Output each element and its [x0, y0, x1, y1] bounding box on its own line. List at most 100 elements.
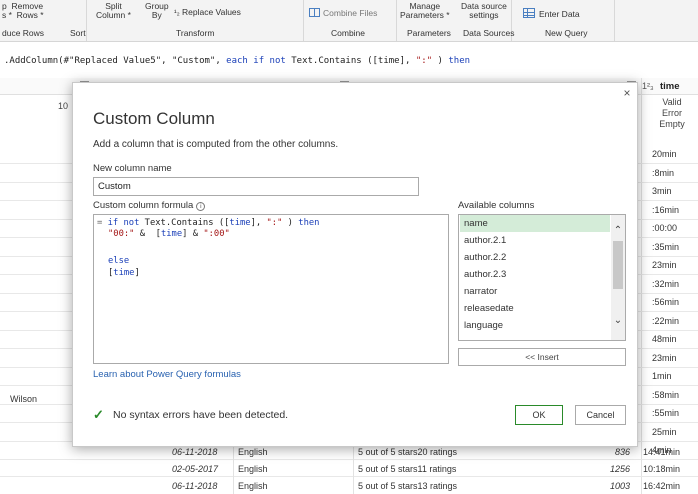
time-cell: 3min	[652, 186, 672, 196]
formula-label: Custom column formula i	[93, 200, 206, 211]
combine-files-button[interactable]: Combine Files	[309, 8, 377, 18]
insert-button[interactable]: << Insert	[458, 348, 626, 366]
available-columns-label: Available columns	[458, 200, 535, 211]
chevron-up-icon[interactable]: ⌃	[612, 225, 624, 237]
group-transform: Transform	[176, 28, 215, 38]
ribbon: p Remove s * Rows * Split Column * Group…	[0, 0, 698, 42]
time-cell: :55min	[652, 408, 680, 418]
formula-keyword: each	[226, 56, 248, 66]
left-column-value: 10	[58, 101, 69, 111]
enter-data-button[interactable]: Enter Data	[523, 8, 580, 19]
available-column-name[interactable]: name	[460, 215, 610, 232]
group-by-button[interactable]: Group By	[145, 2, 169, 20]
formula-string: ":"	[415, 56, 433, 66]
column-quality: Valid Error Empty	[646, 97, 698, 130]
dialog-description: Add a column that is computed from the o…	[93, 139, 339, 150]
replace-values-button[interactable]: ¹₂ Replace Values	[174, 8, 241, 18]
check-icon: ✓	[93, 407, 104, 422]
ribbon-separator	[614, 0, 615, 41]
formula-bar[interactable]: .AddColumn(#"Replaced Value5", "Custom",…	[0, 53, 698, 69]
combine-files-icon	[309, 8, 320, 17]
rating-cell: 5 out of 5 stars11 ratings	[358, 464, 457, 474]
code-line: "00:" & [time] & ":00"	[108, 229, 230, 240]
code-token: ] &	[182, 229, 204, 239]
available-column-author-2-3[interactable]: author.2.3	[460, 266, 610, 283]
author-cell: Wilson	[10, 394, 38, 404]
number-cell: 1003	[609, 481, 630, 491]
table-row: 02-05-2017 English 5 out of 5 stars11 ra…	[0, 461, 698, 477]
time-cell: 1min	[652, 371, 672, 381]
time-cell: :32min	[652, 279, 680, 289]
close-icon[interactable]: ×	[621, 87, 633, 99]
time-cell: 23min	[652, 353, 677, 363]
column-divider	[233, 444, 234, 494]
code-token: Text.Contains ([	[139, 218, 230, 228]
chevron-down-icon[interactable]: ⌄	[612, 315, 624, 327]
new-column-name-input[interactable]	[93, 177, 419, 196]
time-cell: 25min	[652, 427, 677, 437]
time-cell: 48min	[652, 334, 677, 344]
time-cell: :16min	[652, 205, 680, 215]
available-columns-list[interactable]: name author.2.1 author.2.2 author.2.3 na…	[458, 214, 626, 341]
formula-editor[interactable]: = if not Text.Contains ([time], ":" ) th…	[93, 214, 449, 364]
data-source-settings-button[interactable]: Data source settings	[461, 2, 507, 20]
code-keyword: if	[107, 218, 119, 228]
rating-cell: 5 out of 5 stars20 ratings	[358, 447, 458, 457]
time-cell: :00:00	[652, 223, 678, 233]
ribbon-separator	[86, 0, 87, 41]
available-column-narrator[interactable]: narrator	[460, 283, 610, 300]
date-cell: 06-11-2018	[172, 481, 218, 491]
formula-keyword: then	[448, 56, 471, 66]
scrollbar-thumb[interactable]	[613, 241, 623, 289]
dialog-title: Custom Column	[93, 109, 215, 128]
time-cell: 14:41min	[643, 447, 681, 457]
formula-text: )	[432, 56, 449, 66]
code-string: "00:"	[108, 229, 135, 239]
code-keyword: not	[123, 218, 140, 228]
syntax-status: ✓ No syntax errors have been detected.	[93, 407, 289, 422]
time-cell: 23min	[652, 260, 677, 270]
available-column-language[interactable]: language	[460, 317, 610, 334]
language-cell: English	[238, 481, 268, 491]
language-cell: English	[238, 464, 268, 474]
code-column-ref: time	[229, 218, 251, 228]
quality-valid: Valid	[662, 97, 682, 107]
code-string: ":"	[266, 218, 283, 228]
group-data-sources: Data Sources	[463, 28, 515, 38]
ok-button[interactable]: OK	[515, 405, 563, 425]
time-cell: :35min	[652, 242, 680, 252]
table-row: 06-11-2018 English 5 out of 5 stars13 ra…	[0, 478, 698, 494]
code-line: = if not Text.Contains ([time], ":" ) th…	[97, 218, 319, 229]
available-column-author-2-1[interactable]: author.2.1	[460, 232, 610, 249]
quality-empty: Empty	[659, 119, 685, 129]
time-cell: 20min	[652, 149, 677, 159]
learn-formulas-link[interactable]: Learn about Power Query formulas	[93, 369, 241, 380]
split-column-button[interactable]: Split Column *	[96, 2, 131, 20]
number-cell: 836	[614, 447, 630, 457]
syntax-status-text: No syntax errors have been detected.	[113, 409, 289, 421]
language-cell: English	[238, 447, 268, 457]
time-cell: :8min	[652, 168, 675, 178]
code-token: ]	[134, 268, 140, 278]
info-icon[interactable]: i	[196, 202, 206, 211]
remove-rows-button[interactable]: p Remove s * Rows *	[2, 2, 44, 20]
group-reduce-rows: duce Rows	[2, 28, 45, 38]
time-cell: 16:42min	[643, 481, 681, 491]
formula-text: .AddColumn(#"Replaced Value5", "Custom",	[4, 56, 227, 66]
code-line: [time]	[108, 268, 140, 279]
quality-error: Error	[662, 108, 682, 118]
code-keyword: then	[298, 218, 320, 228]
list-scrollbar[interactable]: ⌃ ⌄	[611, 215, 625, 340]
manage-parameters-button[interactable]: Manage Parameters *	[400, 2, 450, 20]
cancel-button[interactable]: Cancel	[575, 405, 626, 425]
code-string: ":00"	[203, 229, 230, 239]
formula-keyword: if	[253, 56, 265, 66]
group-parameters: Parameters	[407, 28, 451, 38]
number-cell: 1256	[609, 464, 630, 474]
formula-label-text: Custom column formula	[93, 200, 194, 211]
available-column-releasedate[interactable]: releasedate	[460, 300, 610, 317]
code-token: =	[97, 218, 103, 228]
table-icon	[523, 8, 535, 18]
available-column-author-2-2[interactable]: author.2.2	[460, 249, 610, 266]
custom-column-dialog: × Custom Column Add a column that is com…	[72, 82, 638, 447]
